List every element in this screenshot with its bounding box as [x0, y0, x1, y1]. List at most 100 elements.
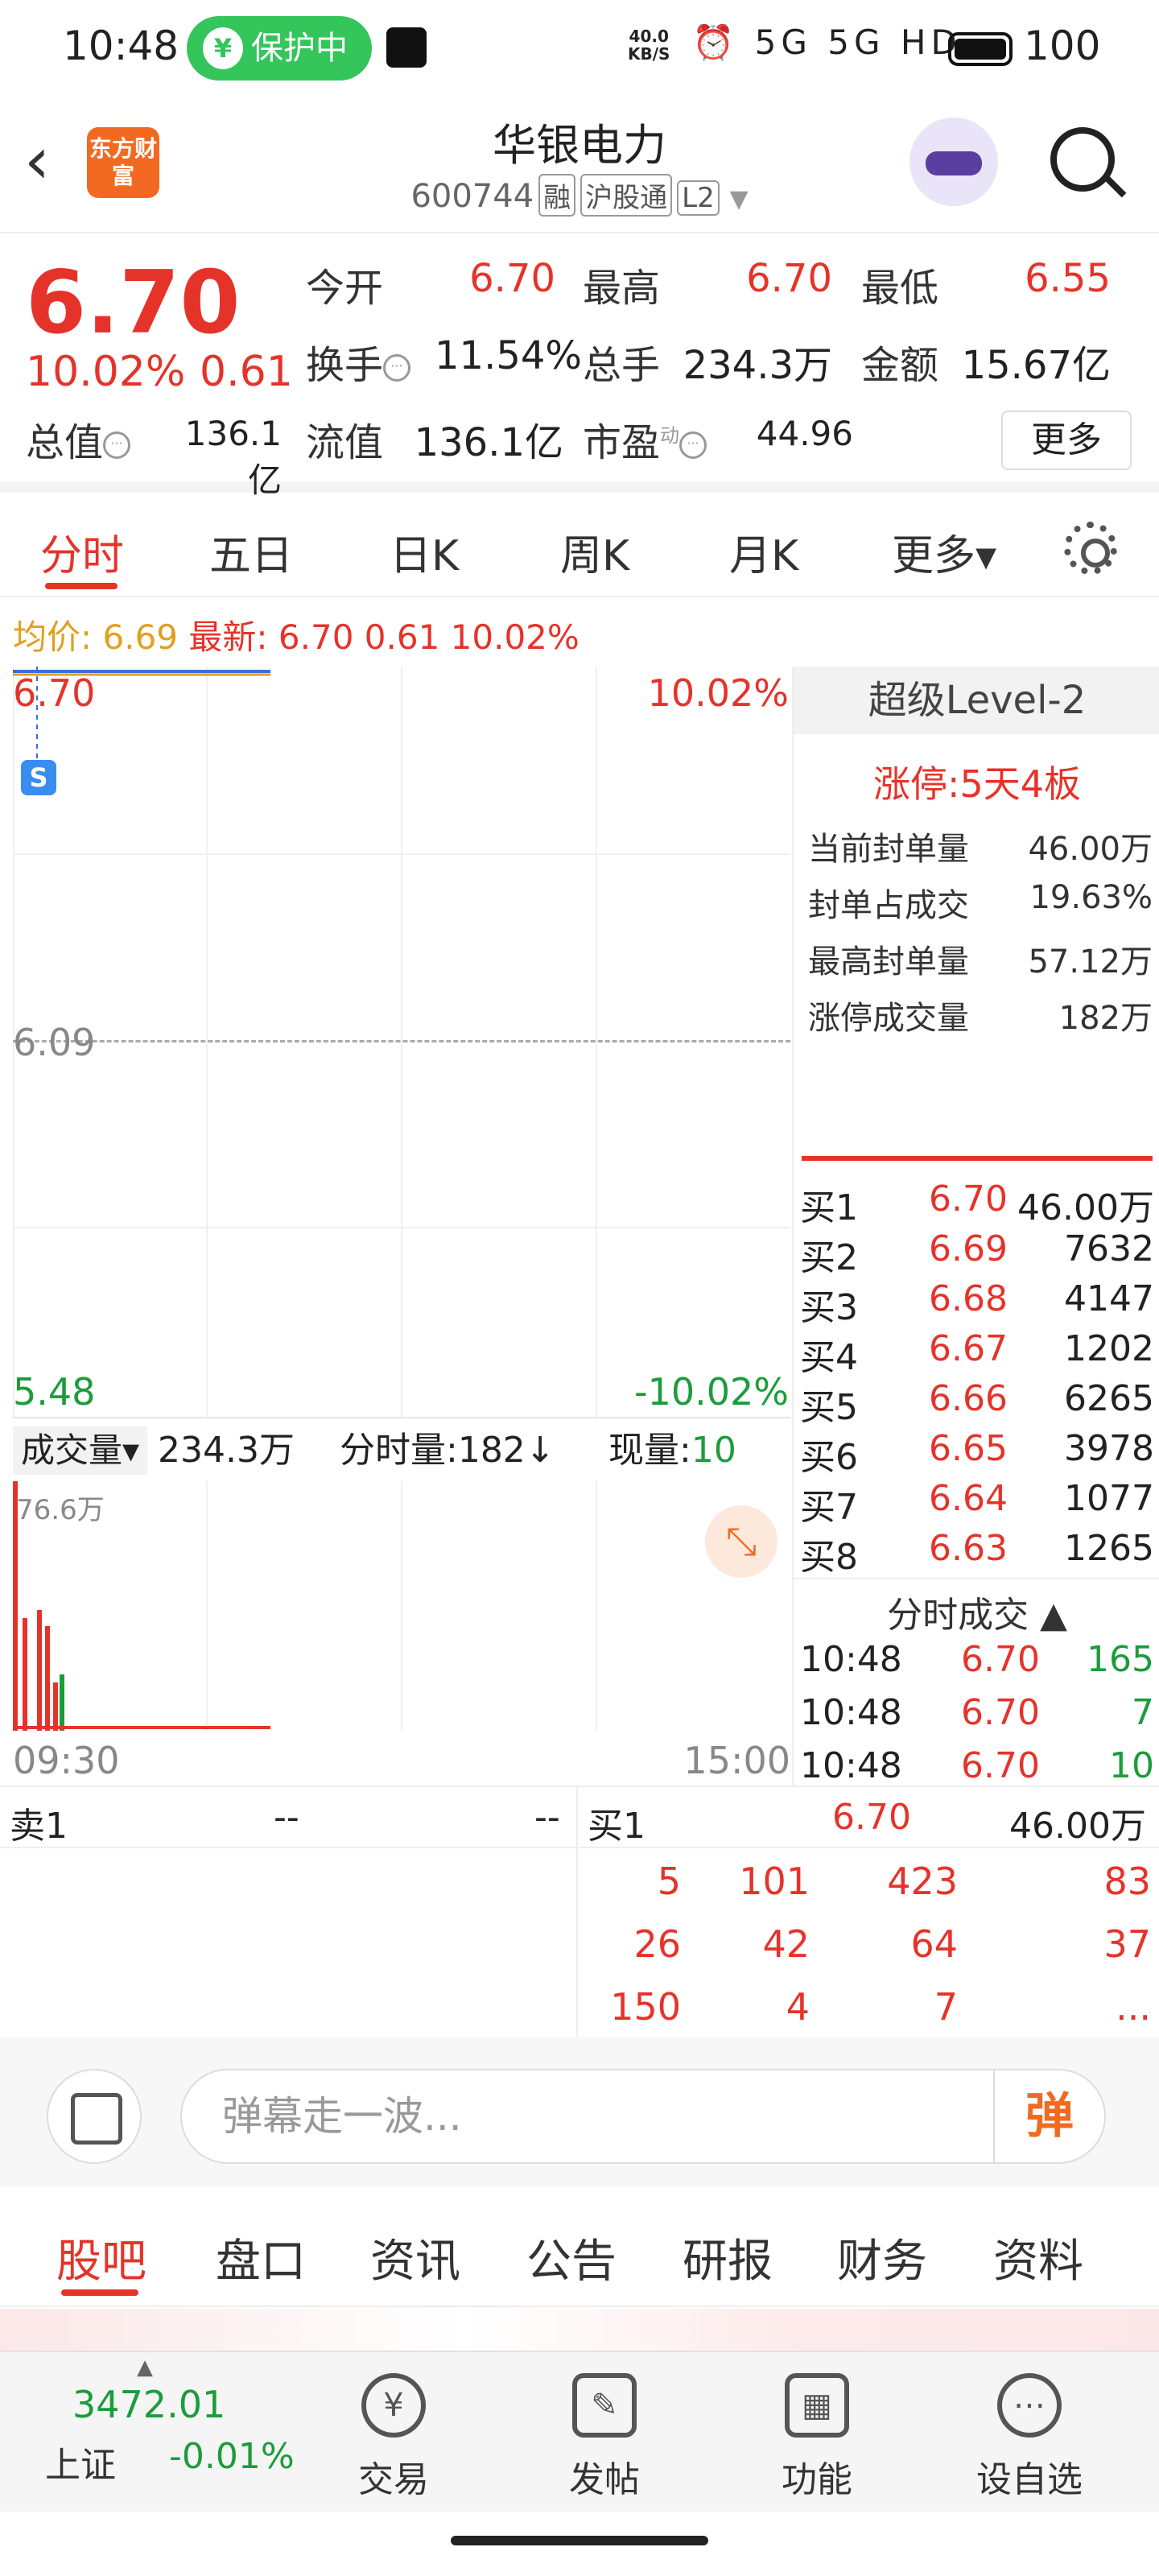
volume-bar — [45, 1626, 50, 1731]
volume-bar — [60, 1674, 64, 1731]
trades-title-text: 分时成交 — [887, 1595, 1029, 1636]
high-label: 最高 — [583, 266, 661, 311]
more-button[interactable]: 更多 — [1001, 411, 1132, 470]
amount-value: 15.67亿 — [961, 343, 1111, 388]
last-value: 6.70 — [278, 617, 354, 657]
volume-max-label: 76.6万 — [16, 1494, 105, 1526]
buy-queue: 5 101 423 83 26 42 64 37 150 4 7 ... — [576, 1848, 1159, 2037]
tab-more[interactable]: 更多▾ — [892, 522, 996, 582]
trade-time: 10:48 — [800, 1745, 902, 1786]
content-stripe — [0, 2309, 1159, 2351]
limit-vol-label: 涨停成交量 — [808, 1000, 969, 1037]
index-change: -0.01% — [169, 2436, 295, 2477]
trades-title[interactable]: 分时成交 ▲ — [794, 1586, 1159, 1637]
max-seal-value: 57.12万 — [1028, 943, 1153, 980]
battery-icon — [948, 32, 1013, 66]
order-book-row: 买7 6.64 1077 — [800, 1478, 1154, 1528]
buy1-price: 6.70 — [832, 1797, 911, 1838]
search-icon[interactable] — [1050, 127, 1115, 192]
nav-post[interactable]: ✎ 发帖 — [544, 2373, 665, 2502]
tab-announcements[interactable]: 公告 — [526, 2225, 617, 2290]
book-volume: 6265 — [1064, 1378, 1154, 1419]
book-price: 6.63 — [929, 1528, 1008, 1569]
nav-functions[interactable]: ▦ 功能 — [757, 2373, 877, 2502]
time-start-label: 09:30 — [13, 1739, 120, 1782]
gear-icon[interactable] — [1064, 522, 1117, 575]
expand-icon[interactable]: ⤡ — [705, 1505, 777, 1578]
queue-cell: 42 — [762, 1922, 810, 1966]
tab-daily-k[interactable]: 日K — [390, 522, 459, 582]
stock-code: 600744 — [410, 178, 534, 215]
pe-label-text: 市盈 — [583, 420, 661, 465]
more-dots-icon: ⋯ — [997, 2373, 1062, 2438]
mktcap-label: 总值 ··· — [26, 411, 131, 467]
turnover-value: 11.54% — [435, 333, 583, 378]
index-value[interactable]: 3472.01 — [72, 2383, 225, 2426]
level2-title[interactable]: 超级Level-2 — [794, 667, 1159, 734]
trade-volume: 10 — [1109, 1745, 1154, 1786]
tab-five-day[interactable]: 五日 — [209, 522, 293, 582]
mktcap-label-text: 总值 — [26, 420, 104, 465]
yen-icon: ¥ — [361, 2373, 426, 2438]
tab-monthly-k[interactable]: 月K — [729, 522, 798, 582]
intraday-chart[interactable]: 6.70 10.02% 6.09 5.48 -10.02% S — [13, 667, 790, 1417]
current-price: 6.70 — [26, 253, 241, 353]
time-end-label: 15:00 — [683, 1739, 790, 1782]
nav-trade[interactable]: ¥ 交易 — [333, 2373, 454, 2502]
tab-news[interactable]: 资讯 — [370, 2225, 460, 2290]
home-indicator[interactable] — [451, 2536, 708, 2545]
info-icon[interactable]: ··· — [679, 431, 707, 459]
book-price: 6.67 — [929, 1328, 1008, 1369]
minute-volume: 分时量:182↓ — [340, 1430, 555, 1471]
order-book-row: 买5 6.66 6265 — [800, 1378, 1154, 1428]
current-volume-value: 10 — [691, 1430, 736, 1471]
status-bar: 10:48 ¥ 保护中 40.0 KB/S ⏰ 5G 5G HD 100 — [0, 0, 1159, 97]
pe-label: 市盈动 ··· — [583, 411, 707, 467]
level-tag: L2 — [677, 180, 720, 216]
book-volume: 1265 — [1064, 1528, 1154, 1569]
sell-queue — [0, 1848, 576, 2037]
tab-orderbook[interactable]: 盘口 — [216, 2225, 306, 2290]
tab-intraday[interactable]: 分时 — [40, 522, 124, 582]
signal-marker-icon[interactable]: S — [21, 760, 56, 795]
assistant-robot-icon[interactable] — [909, 118, 998, 206]
volume-select[interactable]: 成交量▾ — [13, 1426, 148, 1475]
volume-bar — [23, 1618, 27, 1731]
tab-financials[interactable]: 财务 — [837, 2225, 927, 2290]
seal-ratio-label: 封单占成交 — [808, 887, 969, 924]
volume-chart[interactable]: 76.6万 ⤡ 09:30 15:00 — [13, 1481, 790, 1782]
book-label: 买3 — [800, 1287, 858, 1328]
protect-badge[interactable]: ¥ 保护中 — [187, 16, 372, 80]
turnover-label: 换手 ··· — [306, 333, 411, 390]
tab-forum[interactable]: 股吧 — [56, 2225, 146, 2290]
book-price: 6.64 — [929, 1478, 1008, 1519]
grid-line — [206, 1481, 208, 1731]
price-svg — [13, 667, 270, 763]
nav-add-watchlist[interactable]: ⋯ 设自选 — [969, 2373, 1090, 2502]
danmaku-settings-icon[interactable] — [47, 2069, 142, 2164]
signal-icons: ⏰ 5G 5G HD — [692, 23, 962, 62]
tab-profile[interactable]: 资料 — [993, 2225, 1083, 2290]
trade-price: 6.70 — [961, 1639, 1040, 1680]
caret-up-icon: ▲ — [1040, 1595, 1067, 1636]
tab-weekly-k[interactable]: 周K — [560, 522, 629, 582]
info-icon[interactable]: ··· — [103, 431, 131, 459]
nav-post-label: 发帖 — [569, 2459, 640, 2500]
danmaku-send-button[interactable]: 弹 — [993, 2070, 1104, 2162]
open-label: 今开 — [306, 266, 384, 311]
last-change: 0.61 — [364, 617, 440, 657]
volume-total: 234.3万 — [158, 1430, 295, 1471]
float-value: 136.1亿 — [414, 420, 563, 465]
bid-ask-row: 卖1 -- -- 买1 6.70 46.00万 — [0, 1785, 1159, 1850]
info-icon[interactable]: ··· — [383, 354, 411, 382]
back-icon[interactable]: ‹ — [24, 129, 50, 193]
tab-research[interactable]: 研报 — [683, 2225, 773, 2290]
queue-cell: 64 — [910, 1922, 958, 1966]
pe-superscript: 动 — [660, 424, 680, 447]
book-label: 买5 — [800, 1387, 858, 1428]
book-volume: 4147 — [1064, 1278, 1154, 1319]
volume-bar — [37, 1610, 42, 1731]
danmaku-input[interactable]: 弹幕走一波... — [180, 2069, 1106, 2164]
float-label: 流值 — [306, 420, 384, 465]
queue-cell: 83 — [1103, 1860, 1151, 1903]
